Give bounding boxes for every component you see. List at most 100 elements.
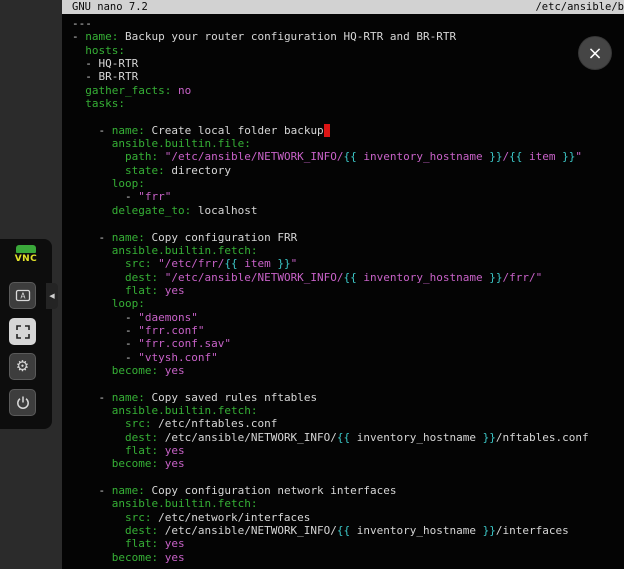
editor-line [72, 110, 624, 123]
editor-line: ansible.builtin.fetch: [72, 244, 624, 257]
code-segment: inventory_hostname [350, 524, 482, 537]
code-segment [72, 204, 112, 217]
editor[interactable]: ---- name: Backup your router configurat… [62, 14, 624, 564]
code-segment: tasks: [85, 97, 125, 110]
code-segment [72, 297, 112, 310]
code-segment: {{ [337, 431, 350, 444]
code-segment: /etc/nftables.conf [151, 417, 277, 430]
code-segment: "frr.conf.sav" [138, 337, 231, 350]
code-segment: inventory_hostname [350, 431, 482, 444]
code-segment: - [72, 391, 112, 404]
novnc-logo-text: VNC [0, 254, 52, 264]
code-segment: {{ [509, 150, 522, 163]
editor-line: - name: Create local folder backup [72, 124, 624, 137]
code-segment: /etc/network/interfaces [151, 511, 310, 524]
text-cursor [324, 124, 331, 137]
code-segment: src: [125, 417, 152, 430]
code-segment: /etc/ansible/NETWORK_INFO/ [158, 524, 337, 537]
code-segment: - [72, 337, 138, 350]
keyboard-icon: A [15, 288, 31, 304]
code-segment: ansible.builtin.file: [112, 137, 251, 150]
svg-text:A: A [20, 291, 26, 300]
novnc-control-bar: VNC A ⚙ [0, 239, 52, 429]
code-segment: {{ [224, 257, 237, 270]
code-segment: ansible.builtin.fetch: [112, 244, 258, 257]
code-segment [72, 497, 112, 510]
editor-line: become: yes [72, 364, 624, 377]
code-segment: localhost [191, 204, 257, 217]
nano-file-path: /etc/ansible/b [535, 0, 624, 14]
settings-icon: ⚙ [16, 359, 29, 374]
keyboard-button[interactable]: A [9, 282, 36, 309]
code-segment: yes [165, 284, 185, 297]
code-segment: delegate_to: [112, 204, 191, 217]
code-segment [158, 284, 165, 297]
code-segment: - [72, 484, 112, 497]
code-segment: dest: [125, 524, 158, 537]
editor-line: - "frr" [72, 190, 624, 203]
code-segment: Copy configuration network interfaces [145, 484, 397, 497]
code-segment: /interfaces [496, 524, 569, 537]
code-segment [72, 431, 125, 444]
code-segment: become: [112, 551, 158, 564]
code-segment: name: [85, 30, 118, 43]
code-segment: Copy saved rules nftables [145, 391, 317, 404]
code-segment: "frr.conf" [138, 324, 204, 337]
code-segment: "vtysh.conf" [138, 351, 217, 364]
editor-line: - name: Copy configuration FRR [72, 231, 624, 244]
editor-line: - "frr.conf.sav" [72, 337, 624, 350]
code-segment: }} [483, 431, 496, 444]
code-segment: "/etc/ansible/NETWORK_INFO/ [165, 150, 344, 163]
code-segment: flat: [125, 444, 158, 457]
code-segment [72, 257, 125, 270]
editor-line: - name: Copy configuration network inter… [72, 484, 624, 497]
code-segment [72, 177, 112, 190]
novnc-logo: VNC [0, 239, 52, 264]
editor-line [72, 377, 624, 390]
fullscreen-button[interactable] [9, 318, 36, 345]
editor-line: loop: [72, 297, 624, 310]
code-segment [72, 417, 125, 430]
editor-line: - "vtysh.conf" [72, 351, 624, 364]
code-segment: --- [72, 17, 92, 30]
code-segment: name: [112, 391, 145, 404]
code-segment: yes [165, 364, 185, 377]
control-bar-handle[interactable]: ◀ [46, 283, 58, 309]
editor-line: dest: "/etc/ansible/NETWORK_INFO/{{ inve… [72, 271, 624, 284]
editor-line [72, 471, 624, 484]
code-segment: loop: [112, 297, 145, 310]
editor-line: loop: [72, 177, 624, 190]
editor-line: tasks: [72, 97, 624, 110]
editor-line: - BR-RTR [72, 70, 624, 83]
code-segment: - [72, 351, 138, 364]
code-segment: item [238, 257, 278, 270]
terminal-window[interactable]: GNU nano 7.2 /etc/ansible/b ---- name: B… [62, 0, 624, 569]
code-segment: ansible.builtin.fetch: [112, 404, 258, 417]
power-button[interactable] [9, 389, 36, 416]
code-segment [72, 551, 112, 564]
code-segment: no [178, 84, 191, 97]
editor-line: --- [72, 17, 624, 30]
code-segment [72, 84, 85, 97]
code-segment: "/etc/ansible/NETWORK_INFO/ [165, 271, 344, 284]
code-segment: name: [112, 124, 145, 137]
code-segment: }} [483, 524, 496, 537]
editor-line: src: /etc/network/interfaces [72, 511, 624, 524]
code-segment: }} [562, 150, 575, 163]
close-button[interactable]: × [579, 37, 611, 69]
editor-line: ansible.builtin.fetch: [72, 404, 624, 417]
code-segment [72, 457, 112, 470]
code-segment [171, 84, 178, 97]
code-segment: - [72, 311, 138, 324]
code-segment: src: [125, 511, 152, 524]
settings-button[interactable]: ⚙ [9, 353, 36, 380]
editor-line: flat: yes [72, 284, 624, 297]
code-segment: yes [165, 551, 185, 564]
code-segment: loop: [112, 177, 145, 190]
close-icon: × [587, 43, 602, 64]
nano-app-title: GNU nano 7.2 [72, 0, 148, 14]
editor-line: become: yes [72, 457, 624, 470]
code-segment: "frr" [138, 190, 171, 203]
editor-line: become: yes [72, 551, 624, 564]
code-segment [72, 244, 112, 257]
